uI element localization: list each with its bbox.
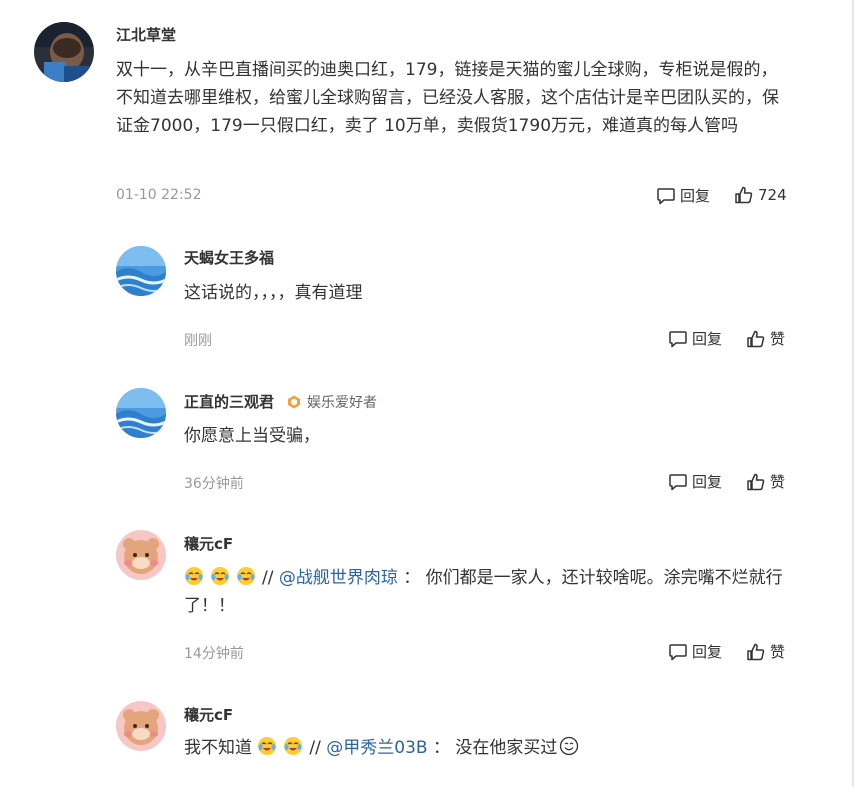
user-tag: 娱乐爱好者 [287, 392, 377, 412]
thumbs-up-icon [735, 186, 753, 204]
mention-link[interactable]: @甲秀兰03B [326, 738, 427, 758]
avatar[interactable] [34, 22, 94, 82]
comment-text: 双十一，从辛巴直播间买的迪奥口红，179，链接是天猫的蜜儿全球购，专柜说是假的，… [116, 60, 779, 136]
reply-text-lead: 我不知道 [184, 738, 252, 758]
avatar[interactable] [116, 246, 166, 296]
comment-icon [669, 330, 687, 347]
reply-button[interactable]: 回复 [656, 185, 710, 206]
reply-timestamp: 36分钟前 [184, 476, 244, 492]
thumbs-up-icon [747, 473, 765, 490]
comment-author[interactable]: 江北草堂 [116, 24, 176, 45]
comment-timestamp: 01-10 22:52 [116, 187, 202, 203]
crying-laugh-emoji [184, 566, 204, 586]
mention-link[interactable]: @战舰世界肉琼 [279, 568, 398, 588]
reply-author[interactable]: 正直的三观君 [184, 391, 274, 412]
like-button[interactable]: 赞 [746, 641, 785, 662]
comment-item: 江北草堂 双十一，从辛巴直播间买的迪奥口红，179，链接是天猫的蜜儿全球购，专柜… [0, 0, 854, 230]
like-label: 赞 [770, 473, 786, 491]
avatar[interactable] [116, 530, 166, 580]
crying-laugh-emoji [283, 736, 303, 756]
reply-item: 正直的三观君 娱乐爱好者 你愿意上当受骗， 36分钟前 回复 赞 [0, 372, 854, 512]
reply-author[interactable]: 天蝎女王多福 [184, 247, 274, 268]
reply-text-body: ： 没在他家买过 [432, 738, 558, 758]
avatar[interactable] [116, 388, 166, 438]
reply-author[interactable]: 穰元cF [184, 533, 233, 554]
like-button[interactable]: 赞 [746, 328, 785, 349]
reply-label: 回复 [692, 330, 723, 348]
reply-label: 回复 [680, 187, 711, 205]
smile-emoji [559, 736, 579, 756]
reply-text: 这话说的，，，，真有道理 [184, 283, 363, 303]
reply-text: // @战舰世界肉琼 ： 你们都是一家人，还计较啥呢。涂完嘴不烂就行了！！ [184, 564, 794, 620]
thumbs-up-icon [747, 643, 765, 660]
thumbs-up-icon [747, 330, 765, 347]
reply-item: 穰元cF // @战舰世界肉琼 ： 你们都是一家人，还计较啥呢。涂完嘴不烂就行了… [0, 515, 854, 685]
reply-label: 回复 [692, 643, 723, 661]
reply-item: 穰元cF 我不知道 // @甲秀兰03B ： 没在他家买过 [0, 686, 854, 787]
like-button[interactable]: 赞 [746, 471, 785, 492]
like-label: 赞 [770, 643, 786, 661]
like-count: 724 [758, 186, 787, 204]
reply-text-body: ： 你们都是一家人，还计较啥呢。涂完嘴不烂就行了！！ [184, 568, 783, 616]
reply-button[interactable]: 回复 [668, 471, 722, 492]
like-button[interactable]: 724 [734, 185, 787, 205]
reply-text: 你愿意上当受骗， [184, 426, 320, 446]
reply-button[interactable]: 回复 [668, 641, 722, 662]
reply-text: 我不知道 // @甲秀兰03B ： 没在他家买过 [184, 734, 794, 762]
crying-laugh-emoji [236, 566, 256, 586]
reply-timestamp: 14分钟前 [184, 646, 244, 662]
comment-icon [657, 187, 675, 204]
reply-label: 回复 [692, 473, 723, 491]
avatar[interactable] [116, 701, 166, 751]
comment-icon [669, 643, 687, 660]
crying-laugh-emoji [257, 736, 277, 756]
crying-laugh-emoji [210, 566, 230, 586]
like-label: 赞 [770, 330, 786, 348]
repost-separator: // [309, 738, 321, 758]
comment-icon [669, 473, 687, 490]
reply-item: 天蝎女王多福 这话说的，，，，真有道理 刚刚 回复 赞 [0, 230, 854, 370]
reply-button[interactable]: 回复 [668, 328, 722, 349]
hexagon-badge-icon [288, 395, 300, 409]
repost-separator: // [262, 568, 274, 588]
reply-timestamp: 刚刚 [184, 333, 212, 349]
user-tag-label: 娱乐爱好者 [307, 395, 377, 411]
reply-author[interactable]: 穰元cF [184, 704, 233, 725]
